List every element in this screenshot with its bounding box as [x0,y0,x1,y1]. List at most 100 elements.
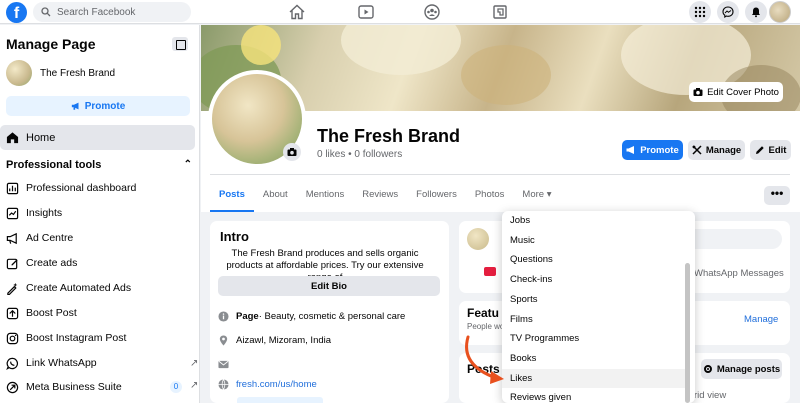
featured-title: Featu [467,306,500,320]
menu-item-likes[interactable]: Likes [502,368,686,389]
featured-manage-link[interactable]: Manage [744,314,778,325]
grid-view-tab[interactable]: rid view [694,390,726,401]
camera-icon[interactable] [283,143,301,161]
tab-mentions[interactable]: Mentions [297,184,354,212]
sidebar-item-ad-centre[interactable]: Ad Centre [6,228,192,248]
brand-name: The Fresh Brand [40,67,116,79]
promote-button[interactable]: Promote [622,140,683,160]
sidebar-item-label: Create ads [26,257,78,269]
info-icon [218,311,229,322]
external-link-icon: ↗ [190,357,199,369]
edit-bio-button[interactable]: Edit Bio [218,276,440,296]
sidebar-item-label: Link WhatsApp [26,357,97,369]
location-value: Aizawl, Mizoram, India [236,335,332,346]
dashboard-icon [6,182,19,194]
composer-avatar [467,228,489,250]
sidebar-item-label: Professional dashboard [26,182,137,194]
gaming-icon[interactable] [491,3,509,21]
tab-photos[interactable]: Photos [466,184,514,212]
groups-icon[interactable] [423,3,441,21]
pencil-icon [755,146,764,154]
envelope-icon [218,360,229,369]
home-icon[interactable] [288,3,306,21]
page-tabs: Posts About Mentions Reviews Followers P… [210,184,560,212]
edit-cover-photo-button[interactable]: Edit Cover Photo [689,82,783,102]
external-link-icon: ↗ [190,380,199,391]
sidebar-promote-label: Promote [84,100,126,112]
manage-button[interactable]: Manage [688,140,745,160]
sidebar-item-link-whatsapp[interactable]: Link WhatsApp ↗ [6,353,198,373]
menu-item-tv-programmes[interactable]: TV Programmes [502,329,686,349]
page-stats: 0 likes • 0 followers [317,149,403,160]
bell-icon[interactable] [745,1,767,23]
sidebar-item-label: Ad Centre [26,232,74,244]
panel-toggle-icon[interactable] [172,37,188,51]
featured-subtitle: People wo [467,322,505,331]
composer-input[interactable] [686,229,782,249]
sparkle-edit-icon [7,282,18,295]
sidebar-item-insights[interactable]: Insights [6,203,192,223]
sidebar-item-boost-post[interactable]: Boost Post [6,303,192,323]
promote-label: Promote [640,144,679,156]
brand-avatar [6,60,32,86]
facebook-logo[interactable]: f [6,2,27,23]
sidebar-item-meta-business-suite[interactable]: Meta Business Suite 0 ↗ [6,377,198,397]
menu-item-sports[interactable]: Sports [502,290,686,310]
tab-about[interactable]: About [254,184,297,212]
sidebar-promote-button[interactable]: Promote [6,96,190,116]
whatsapp-messages-action[interactable]: WhatsApp Messages [694,268,784,279]
sidebar-item-professional-dashboard[interactable]: Professional dashboard [6,178,192,198]
account-avatar[interactable] [769,1,791,23]
more-options-button[interactable]: ••• [764,186,790,205]
menu-item-books[interactable]: Books [502,349,686,369]
website-link[interactable]: fresh.com/us/home [236,379,317,390]
messenger-icon[interactable] [717,1,739,23]
menu-item-films[interactable]: Films [502,310,686,330]
section-label: Professional tools [6,159,102,171]
annotation-arrow-icon [465,335,504,384]
edit-button[interactable]: Edit [750,140,791,160]
menu-item-questions[interactable]: Questions [502,250,686,270]
more-dropdown-menu: Jobs Music Questions Check-ins Sports Fi… [502,211,695,403]
search-box[interactable] [33,2,191,22]
intro-card: Intro The Fresh Brand produces and sells… [210,221,449,403]
live-video-icon[interactable] [484,267,496,276]
tab-posts[interactable]: Posts [210,184,254,212]
sidebar-item-label: Boost Post [26,307,77,319]
sidebar-item-boost-instagram-post[interactable]: Boost Instagram Post [6,328,192,348]
intro-category: Page · Beauty, cosmetic & personal care [218,311,405,322]
menu-item-music[interactable]: Music [502,231,686,251]
video-icon[interactable] [357,3,375,21]
sidebar-item-label: Meta Business Suite [26,381,122,393]
search-input[interactable] [57,6,177,18]
instagram-icon [6,332,19,344]
professional-tools-header[interactable]: Professional tools ⌃ [6,159,192,171]
menu-item-check-ins[interactable]: Check-ins [502,270,686,290]
category-value: · Beauty, cosmetic & personal care [258,311,406,322]
sidebar-item-label: Boost Instagram Post [26,332,127,344]
home-icon [6,132,19,144]
intro-website: fresh.com/us/home [218,379,317,390]
manage-posts-button[interactable]: Manage posts [701,359,782,379]
tab-followers[interactable]: Followers [407,184,466,212]
sidebar-page-switcher[interactable]: The Fresh Brand [6,60,115,86]
tab-more[interactable]: More ▾ [513,184,560,212]
add-website-chip[interactable] [237,397,323,403]
menu-item-reviews-given[interactable]: Reviews given [502,388,686,403]
megaphone-icon [71,102,79,110]
chevron-up-icon[interactable]: ⌃ [184,159,192,170]
menu-grid-icon[interactable] [689,1,711,23]
search-icon [41,7,51,17]
intro-title: Intro [220,229,249,244]
whatsapp-icon [6,357,18,370]
menu-item-jobs[interactable]: Jobs [502,211,686,231]
dropdown-scrollbar[interactable] [685,263,690,403]
megaphone-icon [626,146,635,154]
tab-reviews[interactable]: Reviews [353,184,407,212]
sidebar-item-home[interactable]: Home [0,125,195,150]
intro-location: Aizawl, Mizoram, India [218,335,331,346]
intro-email [218,359,236,370]
sidebar-item-create-automated-ads[interactable]: Create Automated Ads [6,278,192,298]
sidebar-item-create-ads[interactable]: Create ads [6,253,192,273]
sidebar-item-label: Insights [26,207,63,219]
